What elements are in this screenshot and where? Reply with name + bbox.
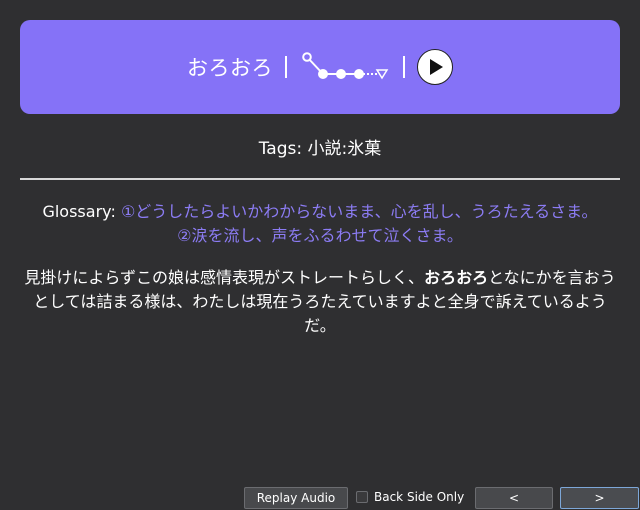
glossary-definition-2: ②涙を流し、声をふるわせて泣くさま。 <box>177 226 463 245</box>
bottom-toolbar: Replay Audio Back Side Only < > <box>0 487 640 510</box>
example-sentence: 見掛けによらずこの娘は感情表現がストレートらしく、おろおろとなにかを言おうとして… <box>20 266 620 338</box>
banner-separator <box>285 56 287 78</box>
play-audio-button[interactable] <box>417 49 453 85</box>
banner-separator <box>403 56 405 78</box>
glossary-definition-1: ①どうしたらよいかわからないまま、心を乱し、うろたえるさま。 <box>120 202 598 221</box>
word-banner: おろおろ <box>20 20 620 114</box>
sentence-target-word: おろおろ <box>424 268 489 287</box>
back-side-only-checkbox[interactable] <box>356 491 368 503</box>
glossary: Glossary: ①どうしたらよいかわからないまま、心を乱し、うろたえるさま。… <box>20 200 620 248</box>
back-side-only-toggle[interactable]: Back Side Only <box>356 490 464 504</box>
divider <box>20 178 620 180</box>
card-view: おろおろ Tags: 小説:氷菓 Glossary: ①どうしたらよいかわからな… <box>0 0 640 510</box>
sentence-before: 見掛けによらずこの娘は感情表現がストレートらしく、 <box>24 268 425 287</box>
back-side-only-label: Back Side Only <box>374 490 465 504</box>
next-button[interactable]: > <box>560 487 639 509</box>
tags-value: 小説:氷菓 <box>307 139 382 159</box>
previous-button[interactable]: < <box>475 487 553 509</box>
tags-line: Tags: 小説:氷菓 <box>0 134 640 159</box>
replay-audio-button[interactable]: Replay Audio <box>244 487 348 509</box>
pitch-accent-diagram-icon <box>299 49 391 85</box>
glossary-label: Glossary: <box>42 202 116 221</box>
play-icon <box>430 59 443 75</box>
tags-label: Tags: <box>258 139 303 159</box>
headword: おろおろ <box>187 56 273 80</box>
